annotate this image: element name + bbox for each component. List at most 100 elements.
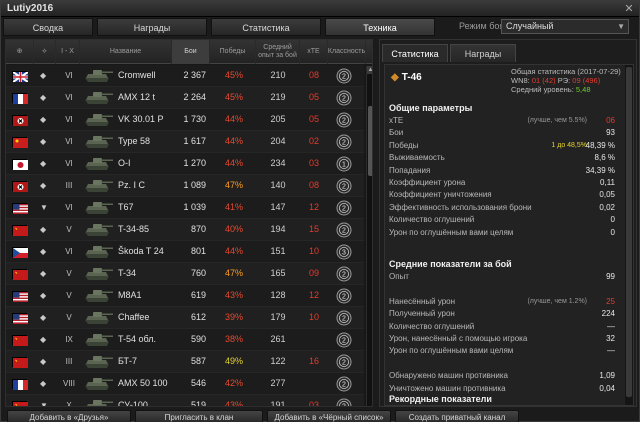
wins-cell: 43% [224, 400, 243, 407]
stat-hint: 1 до 48,5% [551, 141, 587, 149]
vehicle-name-cell: СУ-100 [118, 400, 148, 407]
close-icon[interactable]: ✕ [623, 3, 635, 15]
add-friend-button[interactable]: Добавить в «Друзья» [7, 410, 131, 422]
nation-flag-icon [12, 247, 28, 258]
table-row[interactable]: ◆ V T-34-85 870 40% 194 15 2 [6, 219, 364, 241]
tab-vehicles[interactable]: Техника [325, 18, 435, 36]
tier-cell: VIII [62, 379, 75, 388]
table-header: ⊕ ⟡ I - X Название Бои Победы Средний оп… [6, 40, 372, 64]
nation-flag-icon [12, 93, 28, 104]
svg-text:1: 1 [342, 162, 346, 169]
scroll-up-icon[interactable]: ▲ [367, 66, 372, 74]
stats-scroll-thumb[interactable] [626, 67, 632, 397]
table-row[interactable]: ◆ III БТ-7 587 49% 122 16 2 [6, 351, 364, 373]
sort-battles-header[interactable]: Бои [172, 40, 210, 64]
tank-icon [82, 133, 114, 150]
sort-exp-header[interactable]: Средний опыт за бой [256, 40, 300, 64]
sort-tier-header[interactable]: I - X [56, 40, 80, 64]
vehicle-type-icon: ◆ [40, 225, 47, 234]
sort-mastery-header[interactable]: Классность [328, 40, 366, 64]
table-scrollbar[interactable]: ▲ [366, 66, 372, 406]
tank-icon [82, 287, 114, 304]
table-row[interactable]: ◆ V T-34 760 47% 165 09 2 [6, 263, 364, 285]
stat-value: 25 [606, 296, 615, 306]
battles-cell: 1 089 [183, 180, 206, 190]
invite-clan-button[interactable]: Пригласить в клан [135, 410, 263, 422]
exp-cell: 191 [270, 400, 286, 407]
stat-row [389, 358, 615, 369]
table-row[interactable]: ◆ VI AMX 12 t 2 264 45% 219 05 2 [6, 87, 364, 109]
vehicle-type-icon: ◆ [40, 115, 47, 124]
table-row[interactable]: ◆ V M8A1 619 43% 128 12 2 [6, 285, 364, 307]
tab-statistics[interactable]: Статистика [211, 18, 321, 36]
wins-cell: 49% [224, 356, 243, 366]
table-row[interactable]: ◆ VI Škoda T 24 801 44% 151 10 3 [6, 241, 364, 263]
exp-cell: 140 [270, 180, 286, 190]
battle-mode-select[interactable]: Случайный ▼ [501, 19, 629, 34]
tab-vehicle-stats[interactable]: Статистика [382, 44, 448, 62]
stat-row: Количество оглушений — [389, 321, 615, 332]
title-bar[interactable]: Lutiy2016 ✕ [1, 1, 639, 17]
battles-cell: 2 367 [183, 70, 206, 80]
stat-hint: (лучше, чем 5.5%) [527, 117, 587, 124]
stat-value: 0 [610, 215, 615, 225]
table-row[interactable]: ▼ VI T67 1 039 41% 147 12 2 [6, 197, 364, 219]
exp-cell: 151 [270, 246, 286, 256]
stat-row: Бои 93 [389, 127, 615, 138]
battles-cell: 801 [190, 246, 206, 256]
battle-mode-value: Случайный [506, 21, 554, 31]
sort-nation-header[interactable]: ⊕ [6, 40, 34, 64]
xte-cell: 03 [308, 158, 319, 168]
xte-cell [300, 329, 328, 350]
sort-name-header[interactable]: Название [80, 40, 172, 64]
table-row[interactable]: ▼ X СУ-100 519 43% 191 03 2 [6, 395, 364, 407]
vehicle-name-text: T-46 [401, 72, 422, 83]
mastery-badge-icon: 2 [336, 310, 352, 326]
table-row[interactable]: ◆ III Pz. I C 1 089 47% 140 08 2 [6, 175, 364, 197]
sort-xte-header[interactable]: xTE [300, 40, 328, 64]
stat-row: Уничтожено машин противника 0,04 [389, 383, 615, 394]
table-row[interactable]: ◆ VI Cromwell 2 367 45% 210 08 2 [6, 65, 364, 87]
table-row[interactable]: ◆ VI Type 58 1 617 44% 204 02 2 [6, 131, 364, 153]
tier-cell: VI [65, 93, 73, 102]
table-row[interactable]: ◆ VI O-I 1 270 44% 234 03 1 [6, 153, 364, 175]
mastery-badge-icon: 2 [336, 376, 352, 392]
private-channel-button[interactable]: Создать приватный канал [395, 410, 519, 422]
table-row[interactable]: ◆ VI VK 30.01 P 1 730 44% 205 05 2 [6, 109, 364, 131]
tab-summary[interactable]: Сводка [3, 18, 93, 36]
tank-icon [82, 397, 114, 406]
nation-flag-icon [12, 269, 28, 280]
add-blacklist-button[interactable]: Добавить в «Чёрный список» [267, 410, 391, 422]
tank-icon [82, 309, 114, 326]
wins-cell: 43% [224, 290, 243, 300]
svg-text:2: 2 [342, 272, 346, 279]
globe-icon: ⊕ [16, 48, 23, 55]
stat-row: Попадания 34,39 % [389, 165, 615, 176]
vehicle-type-icon: ◆ [40, 313, 47, 322]
scroll-thumb[interactable] [368, 106, 372, 176]
stat-value: 32 [606, 334, 615, 343]
tier-cell: VI [65, 203, 73, 212]
vehicle-name-cell: Škoda T 24 [118, 246, 164, 256]
stat-label: Нанесённый урон [389, 296, 456, 306]
vehicle-name-cell: T-34 [118, 268, 137, 278]
stat-row: Коэффициент уничтожения 0,05 [389, 189, 615, 200]
table-row[interactable]: ◆ VIII AMX 50 100 546 42% 277 2 [6, 373, 364, 395]
table-row[interactable]: ◆ V Chaffee 612 39% 179 10 2 [6, 307, 364, 329]
mastery-badge-icon: 1 [336, 156, 352, 172]
stat-row: Полученный урон 224 [389, 308, 615, 319]
table-row[interactable]: ◆ IX T-54 обл. 590 38% 261 2 [6, 329, 364, 351]
tank-icon [82, 331, 114, 348]
xte-cell: 10 [308, 246, 319, 256]
wins-cell: 47% [224, 180, 243, 190]
stats-scrollbar[interactable] [625, 65, 633, 405]
tab-awards[interactable]: Награды [97, 18, 207, 36]
sort-type-header[interactable]: ⟡ [34, 40, 56, 64]
tab-vehicle-awards[interactable]: Награды [450, 44, 516, 62]
stat-row: Обнаружено машин противника 1,09 [389, 370, 615, 381]
stat-row [389, 283, 615, 294]
wn8-label: WN8: [511, 76, 530, 85]
sort-wins-header[interactable]: Победы [210, 40, 256, 64]
svg-text:2: 2 [342, 294, 346, 301]
stats-tabs: Статистика Награды [380, 40, 636, 62]
